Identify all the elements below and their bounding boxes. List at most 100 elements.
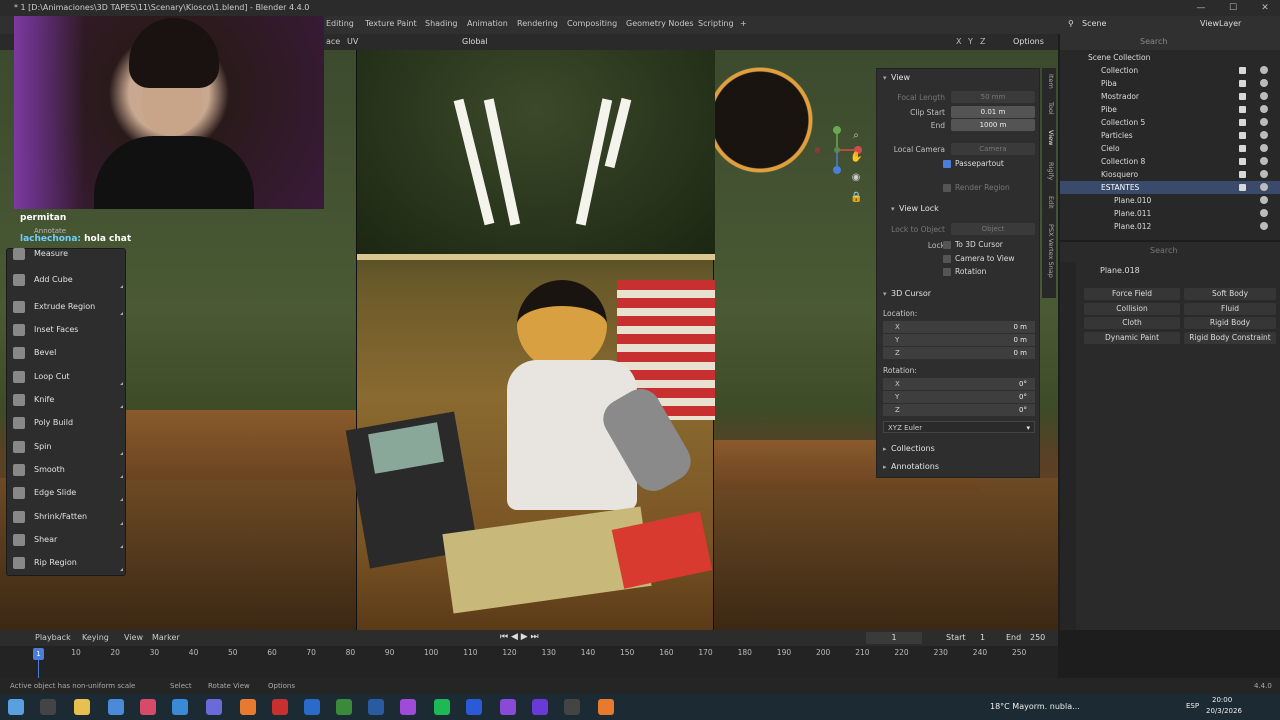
zoom-icon[interactable]: ⌕ [850,130,862,142]
tool-add-cube[interactable]: Add Cube [7,269,125,291]
outliner-item[interactable]: Plane.012 [1060,220,1280,233]
tool-measure[interactable]: Measure [7,243,125,265]
menu-face[interactable]: ace [326,37,340,46]
tab-rendering[interactable]: Rendering [517,19,558,28]
tool-poly-build[interactable]: Poly Build [7,412,125,434]
eye-icon[interactable] [1260,144,1268,152]
soft-body-button[interactable]: Soft Body [1184,288,1276,300]
properties-search[interactable]: Search [1150,246,1177,255]
outliner-item[interactable]: Pibe [1060,103,1280,116]
exclude-checkbox[interactable] [1239,184,1246,191]
tab-view[interactable]: View [1043,130,1055,145]
mirror-y[interactable]: Y [968,37,973,46]
collision-button[interactable]: Collision [1084,303,1180,315]
maximize-button[interactable]: ☐ [1218,0,1248,16]
section-collections[interactable]: ▸ Collections [883,442,1035,456]
tool-smooth[interactable]: Smooth [7,459,125,481]
eye-icon[interactable] [1260,209,1268,217]
add-workspace-button[interactable]: + [740,19,747,28]
cursor-location-y[interactable]: Y 0 m [883,334,1035,346]
start-icon[interactable] [8,699,24,715]
spotify-icon[interactable] [434,699,450,715]
tab-tool[interactable]: Tool [1043,102,1055,115]
cloth-button[interactable]: Cloth [1084,317,1180,329]
tab-geometry-nodes[interactable]: Geometry Nodes [626,19,693,28]
rigid-body-constraint-button[interactable]: Rigid Body Constraint [1184,332,1276,344]
exclude-checkbox[interactable] [1239,158,1246,165]
outliner-item[interactable]: Plane.011 [1060,207,1280,220]
weather-text[interactable]: 18°C Mayorm. nubla... [990,702,1080,711]
blender-icon[interactable] [240,699,256,715]
exclude-checkbox[interactable] [1239,132,1246,139]
outliner-item[interactable]: Collection [1060,64,1280,77]
search-icon[interactable] [40,699,56,715]
exclude-checkbox[interactable] [1239,80,1246,87]
keying-menu[interactable]: Keying [82,633,109,642]
app-icon[interactable] [140,699,156,715]
eye-icon[interactable] [1260,222,1268,230]
tab-scripting[interactable]: Scripting [698,19,734,28]
eye-icon[interactable] [1260,196,1268,204]
clip-end-field[interactable]: 1000 m [951,119,1035,131]
tool-loop-cut[interactable]: Loop Cut [7,366,125,388]
lock-icon[interactable]: 🔒 [850,192,862,204]
app-icon[interactable] [272,699,288,715]
exclude-checkbox[interactable] [1239,119,1246,126]
focal-length-field[interactable]: 50 mm [951,91,1035,103]
outliner-item[interactable]: Particles [1060,129,1280,142]
tab-rigify[interactable]: Rigify [1043,162,1055,180]
tool-annotate[interactable]: Annotate [7,225,125,237]
eye-icon[interactable] [1260,105,1268,113]
section-view-lock[interactable]: ▾ View Lock [891,202,1043,216]
tool-knife[interactable]: Knife [7,389,125,411]
to-3d-cursor-checkbox[interactable]: To 3D Cursor [943,239,1003,251]
tab-edit[interactable]: Edit [1043,196,1055,209]
vscode-icon[interactable] [368,699,384,715]
outliner-item[interactable]: Mostrador [1060,90,1280,103]
eye-icon[interactable] [1260,79,1268,87]
outliner-scene-collection[interactable]: Scene Collection [1060,51,1280,64]
close-button[interactable]: ✕ [1250,0,1280,16]
tool-inset-faces[interactable]: Inset Faces [7,319,125,341]
tab-compositing[interactable]: Compositing [567,19,617,28]
lock-object-field[interactable]: Object [951,223,1035,235]
tab-shading[interactable]: Shading [425,19,458,28]
tab-psx-vertex-snap[interactable]: PSX Vertex Snap [1043,224,1055,278]
clip-start-field[interactable]: 0.01 m [951,106,1035,118]
playback-controls[interactable]: ⏮ ◀ ▶ ⏭ [500,632,539,642]
exclude-checkbox[interactable] [1239,67,1246,74]
exclude-checkbox[interactable] [1239,93,1246,100]
cursor-rotation-y[interactable]: Y 0° [883,391,1035,403]
tab-editing[interactable]: Editing [326,19,354,28]
photoshop-icon[interactable] [304,699,320,715]
eye-icon[interactable] [1260,66,1268,74]
menu-uv[interactable]: UV [347,37,358,46]
mirror-z[interactable]: Z [980,37,985,46]
section-annotations[interactable]: ▸ Annotations [883,460,1035,474]
exclude-checkbox[interactable] [1239,145,1246,152]
chrome-icon[interactable] [108,699,124,715]
force-field-button[interactable]: Force Field [1084,288,1180,300]
section-view[interactable]: ▾ View [883,71,1035,85]
playhead[interactable]: 1 [33,648,44,660]
word-icon[interactable] [466,699,482,715]
blender-active-icon[interactable] [598,699,614,715]
tool-bevel[interactable]: Bevel [7,342,125,364]
eye-icon[interactable] [1260,131,1268,139]
mirror-x[interactable]: X [956,37,961,46]
current-frame-field[interactable]: 1 [866,632,922,644]
passepartout-checkbox[interactable]: Passepartout [943,158,1004,170]
dynamic-paint-button[interactable]: Dynamic Paint [1084,332,1180,344]
cursor-rotation-x[interactable]: X 0° [883,378,1035,390]
camera-view-icon[interactable]: ◉ [850,172,862,184]
tab-texture-paint[interactable]: Texture Paint [365,19,417,28]
tool-spin[interactable]: Spin [7,436,125,458]
eye-icon[interactable] [1260,118,1268,126]
app-icon[interactable] [206,699,222,715]
exclude-checkbox[interactable] [1239,106,1246,113]
cursor-location-z[interactable]: Z 0 m [883,347,1035,359]
outliner-item[interactable]: Piba [1060,77,1280,90]
cursor-location-x[interactable]: X 0 m [883,321,1035,333]
eye-icon[interactable] [1260,183,1268,191]
local-camera-field[interactable]: Camera [951,143,1035,155]
